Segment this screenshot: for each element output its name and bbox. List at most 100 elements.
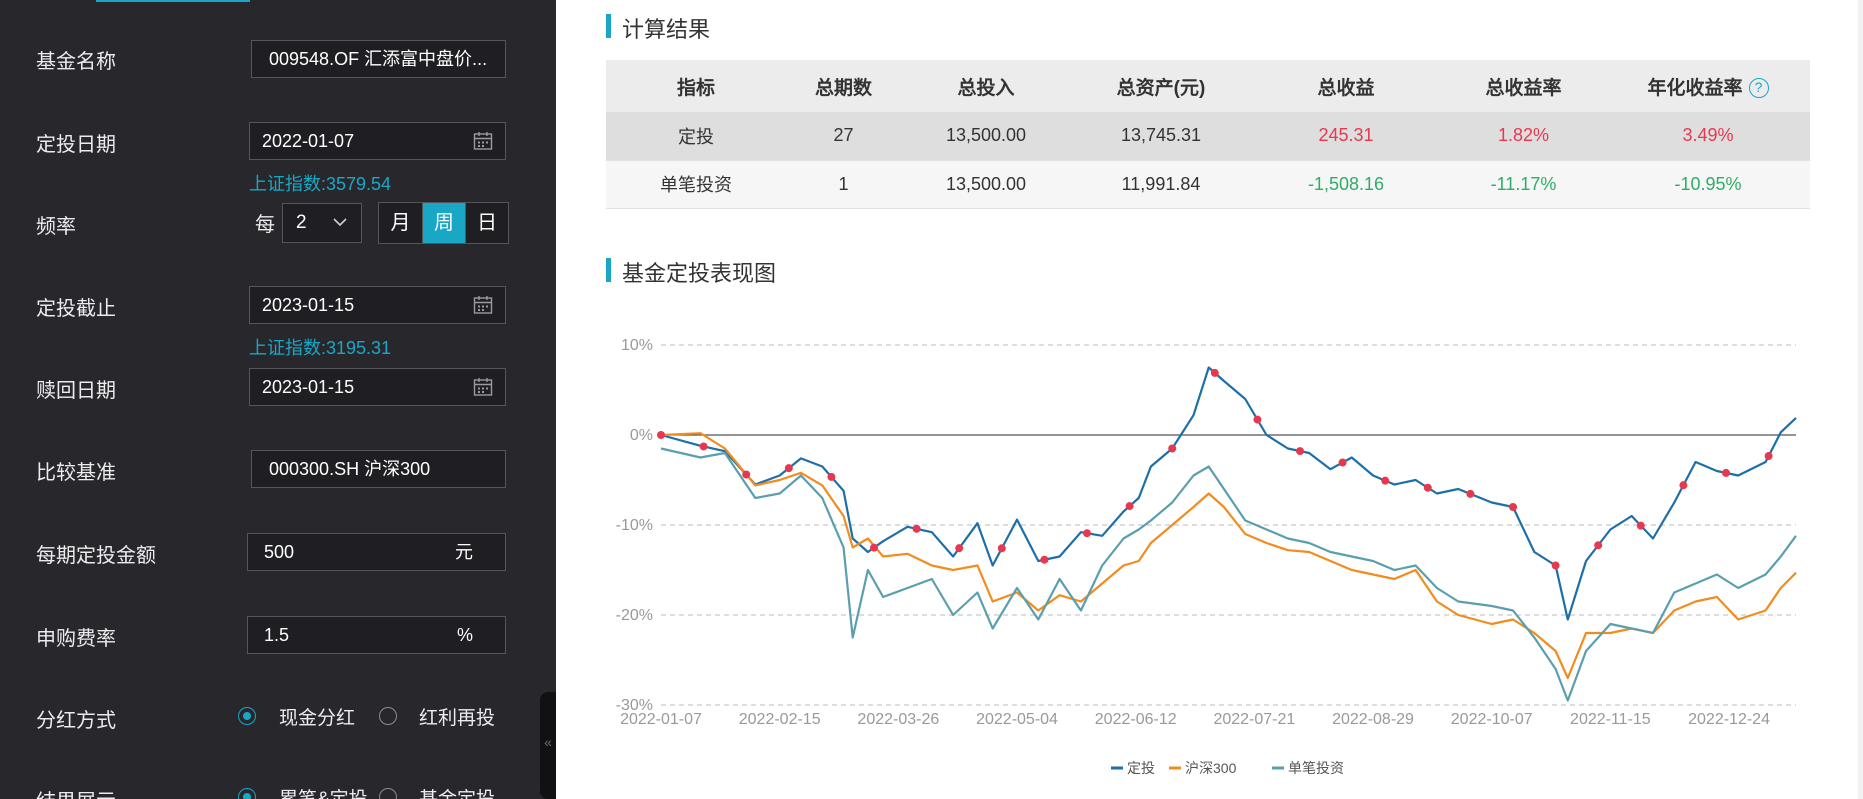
frequency-interval-select[interactable]: 2 xyxy=(282,203,362,243)
series-line-定投 xyxy=(660,366,1797,621)
display-both-label[interactable]: 累笔&定投 xyxy=(279,784,368,799)
series-line-沪深300 xyxy=(660,432,1797,680)
display-both-radio[interactable] xyxy=(238,788,256,799)
cell-profit: 245.31 xyxy=(1251,112,1441,161)
x-tick-label: 2022-07-21 xyxy=(1213,711,1295,728)
calendar-icon[interactable] xyxy=(473,131,493,151)
series-line-单笔投资 xyxy=(660,447,1797,702)
active-tab-indicator xyxy=(96,0,250,2)
cell-metric: 单笔投资 xyxy=(606,160,786,209)
x-tick-label: 2022-11-15 xyxy=(1570,711,1651,728)
investment-marker xyxy=(784,464,793,473)
frequency-every-label: 每 xyxy=(255,214,275,236)
cell-return: 1.82% xyxy=(1441,112,1606,161)
redeem-date-label: 赎回日期 xyxy=(36,380,116,402)
investment-marker xyxy=(1125,502,1134,511)
investment-marker xyxy=(997,544,1006,553)
x-tick-label: 2022-03-26 xyxy=(857,711,939,728)
results-table: 指标 总期数 总投入 总资产(元) 总收益 总收益率 年化收益率? 定投 27 … xyxy=(606,60,1810,209)
dividend-cash-label[interactable]: 现金分红 xyxy=(279,703,355,730)
x-tick-label: 2022-12-24 xyxy=(1688,711,1770,728)
start-date-label: 定投日期 xyxy=(36,134,116,156)
cell-return: -11.17% xyxy=(1441,160,1606,209)
investment-marker xyxy=(1381,476,1390,485)
legend-label: 单笔投资 xyxy=(1288,760,1344,776)
investment-marker xyxy=(827,472,836,481)
investment-marker xyxy=(699,442,708,451)
performance-chart: 10%0%-10%-20%-30%2022-01-07 2022-02-15 202… xyxy=(616,337,1797,776)
cell-invested: 13,500.00 xyxy=(901,112,1071,161)
frequency-unit-toggle: 月 周 日 xyxy=(378,202,509,244)
end-date-field[interactable]: 2023-01-15 xyxy=(249,286,506,324)
investment-marker xyxy=(1722,468,1731,477)
frequency-month-option[interactable]: 月 xyxy=(379,203,422,243)
investment-marker xyxy=(1210,368,1219,377)
cell-periods: 27 xyxy=(786,112,901,161)
dividend-reinvest-radio[interactable] xyxy=(379,707,397,725)
x-tick-label: 2022-08-29 xyxy=(1332,711,1414,728)
investment-marker xyxy=(1679,481,1688,490)
fee-unit: % xyxy=(456,625,473,645)
table-row: 定投 27 13,500.00 13,745.31 245.31 1.82% 3… xyxy=(606,112,1810,161)
benchmark-label: 比较基准 xyxy=(36,462,116,484)
cell-profit: -1,508.16 xyxy=(1251,160,1441,209)
end-date-label: 定投截止 xyxy=(36,298,116,320)
help-icon[interactable]: ? xyxy=(1748,77,1769,98)
investment-marker xyxy=(1636,521,1645,530)
end-index-hint: 上证指数:3195.31 xyxy=(249,338,392,358)
start-date-field[interactable]: 2022-01-07 xyxy=(249,122,506,160)
header-annual-return-label: 年化收益率 xyxy=(1647,77,1743,99)
calendar-icon[interactable] xyxy=(473,295,493,315)
redeem-date-field[interactable]: 2023-01-15 xyxy=(249,368,506,406)
fund-name-field[interactable]: 009548.OF 汇添富中盘价... xyxy=(251,40,506,78)
scrollbar-track[interactable] xyxy=(1858,0,1863,799)
display-label: 结果展示 xyxy=(36,785,116,799)
investment-marker xyxy=(1551,561,1560,570)
amount-label: 每期定投金额 xyxy=(36,545,156,567)
cell-annual-return: 3.49% xyxy=(1606,112,1810,161)
calendar-icon[interactable] xyxy=(473,377,493,397)
dividend-reinvest-label[interactable]: 红利再投 xyxy=(419,703,495,730)
display-fund-label[interactable]: 基金定投 xyxy=(419,784,495,799)
results-header-row: 指标 总期数 总投入 总资产(元) 总收益 总收益率 年化收益率? xyxy=(606,60,1810,112)
amount-input[interactable]: 500 元 xyxy=(247,533,506,571)
results-section-title: 计算结果 xyxy=(606,12,710,44)
amount-unit: 元 xyxy=(455,542,473,562)
investment-marker xyxy=(1253,415,1262,424)
investment-marker xyxy=(1296,447,1305,456)
y-tick-label: -20% xyxy=(616,607,653,624)
chart-section-title: 基金定投表现图 xyxy=(606,256,776,288)
investment-marker xyxy=(1083,529,1092,538)
investment-marker xyxy=(742,470,751,479)
collapse-panel-handle[interactable]: « xyxy=(540,692,556,799)
investment-marker xyxy=(1338,458,1347,467)
cell-assets: 13,745.31 xyxy=(1071,112,1251,161)
table-row: 单笔投资 1 13,500.00 11,991.84 -1,508.16 -11… xyxy=(606,160,1810,209)
end-date-value: 2023-01-15 xyxy=(262,295,355,315)
legend-label: 定投 xyxy=(1127,760,1155,776)
investment-marker xyxy=(1509,503,1518,511)
frequency-day-option[interactable]: 日 xyxy=(465,203,508,243)
dividend-cash-radio[interactable] xyxy=(238,707,256,725)
fee-value: 1.5 xyxy=(264,625,290,645)
cell-assets: 11,991.84 xyxy=(1071,160,1251,209)
header-periods: 总期数 xyxy=(786,60,901,112)
benchmark-field[interactable]: 000300.SH 沪深300 xyxy=(251,450,506,488)
y-tick-label: 0% xyxy=(630,427,653,444)
investment-marker xyxy=(657,431,665,439)
display-fund-radio[interactable] xyxy=(379,788,397,799)
redeem-date-value: 2023-01-15 xyxy=(262,377,355,397)
frequency-week-option[interactable]: 周 xyxy=(422,203,465,243)
fee-label: 申购费率 xyxy=(36,628,116,650)
start-index-hint: 上证指数:3579.54 xyxy=(249,174,392,194)
fee-input[interactable]: 1.5 % xyxy=(247,616,506,654)
header-profit: 总收益 xyxy=(1251,60,1441,112)
fund-name-label: 基金名称 xyxy=(36,51,116,73)
investment-marker xyxy=(955,544,964,553)
investment-marker xyxy=(1594,541,1603,550)
cell-invested: 13,500.00 xyxy=(901,160,1071,209)
investment-marker xyxy=(1168,444,1177,453)
header-invested: 总投入 xyxy=(901,60,1071,112)
investment-marker xyxy=(1466,489,1475,498)
header-return: 总收益率 xyxy=(1441,60,1606,112)
